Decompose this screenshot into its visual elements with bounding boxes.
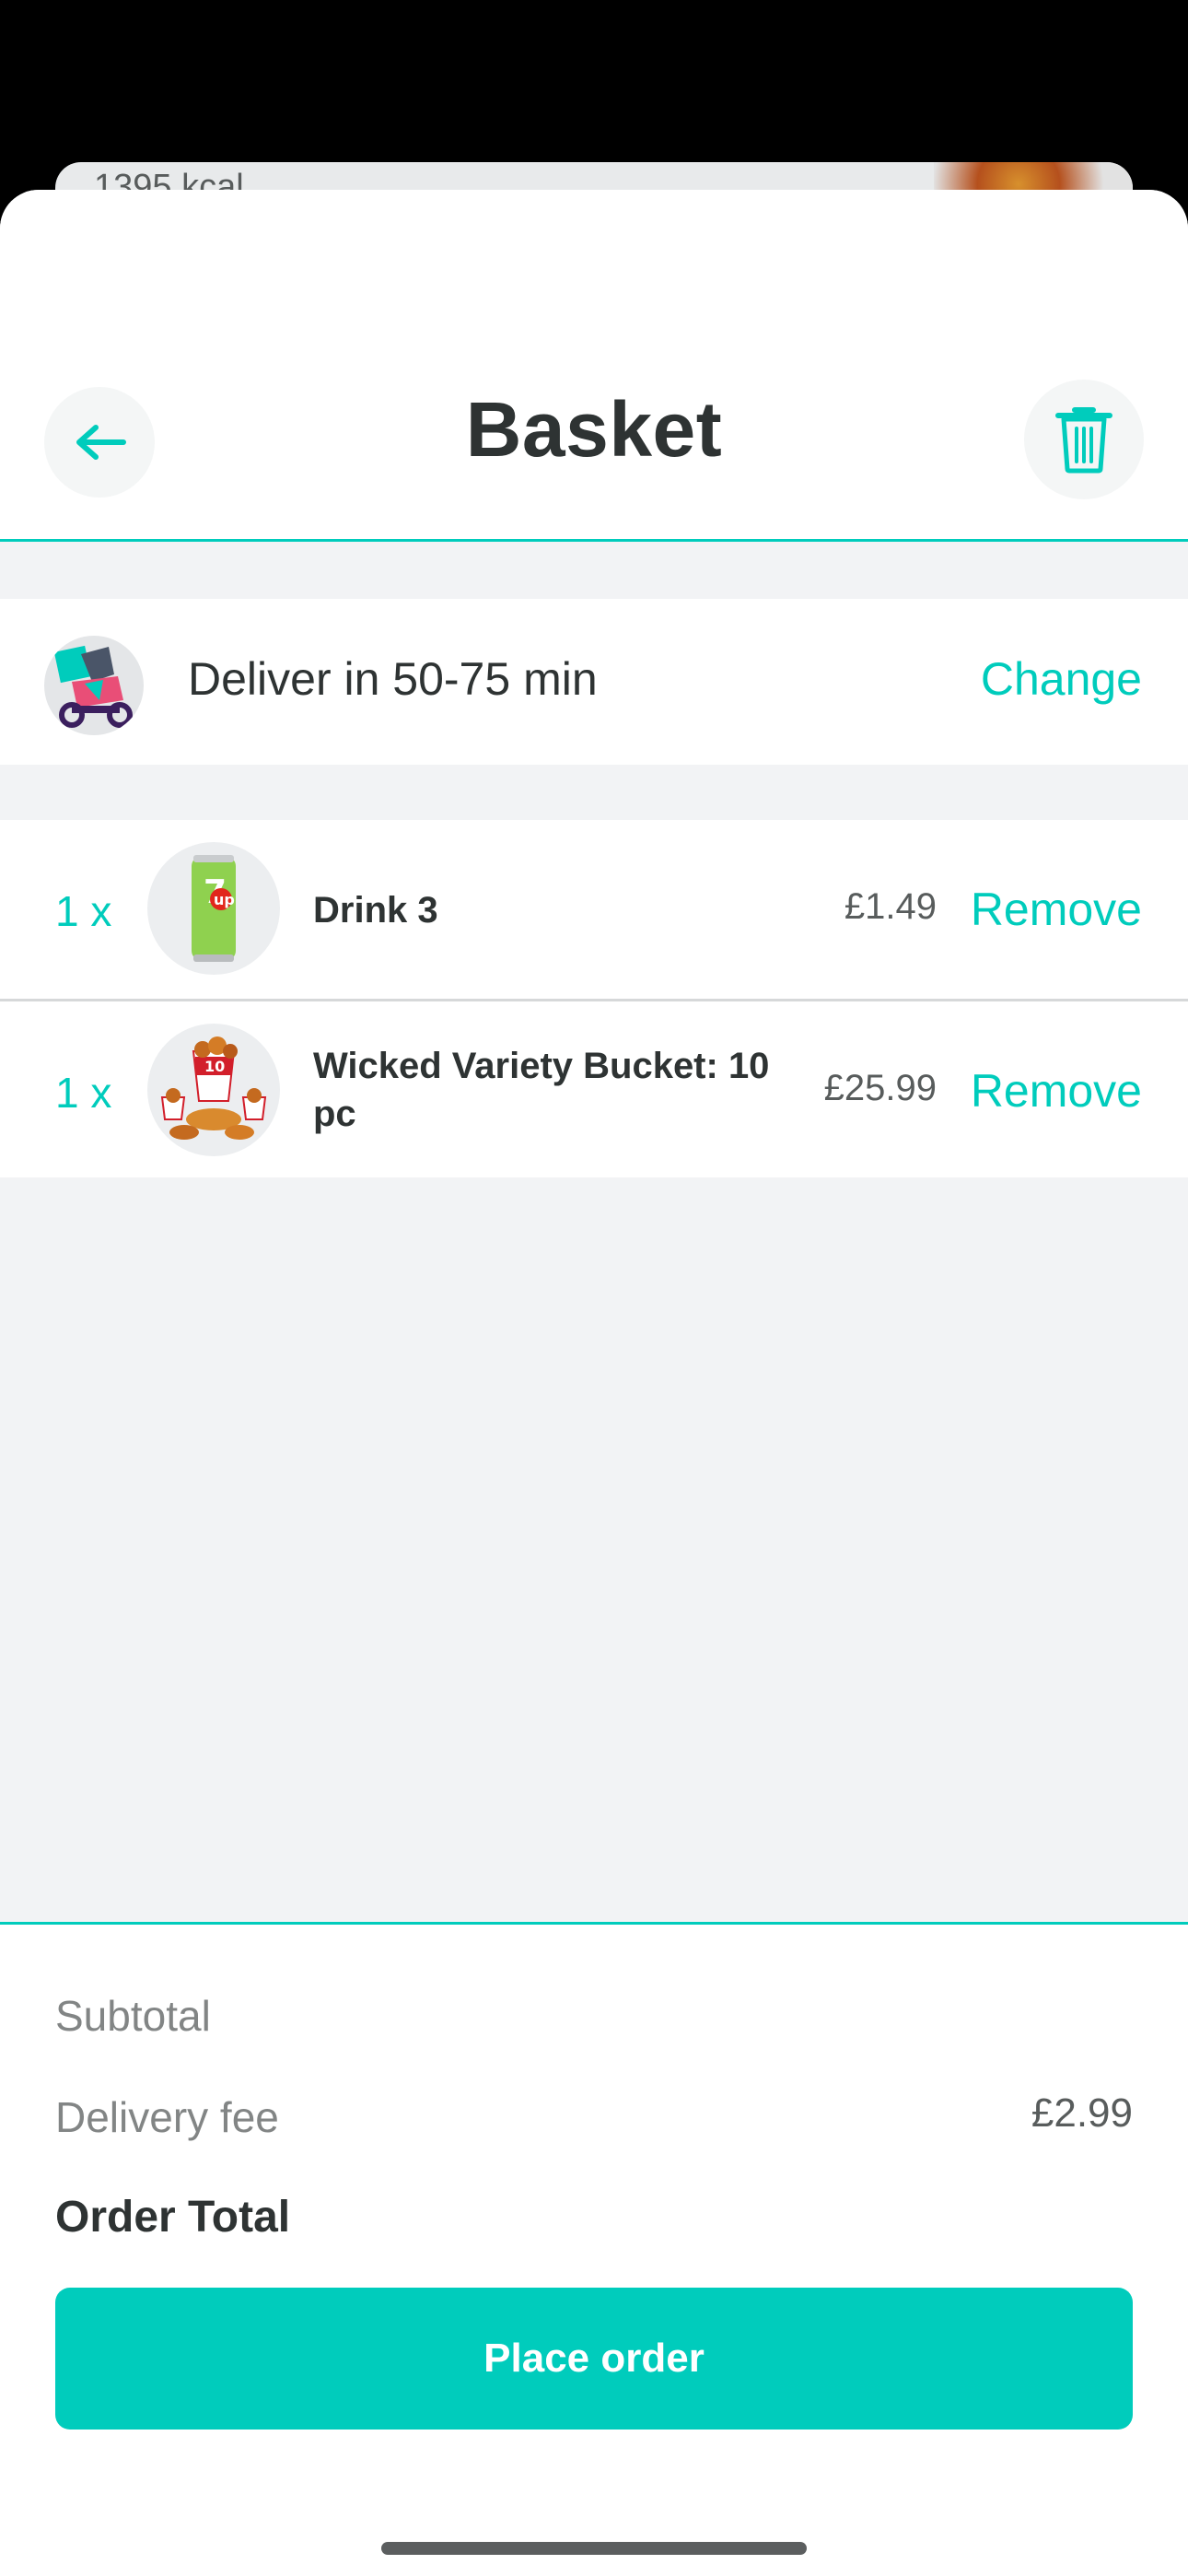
remove-item-button[interactable]: Remove	[971, 1064, 1142, 1118]
change-delivery-button[interactable]: Change	[981, 652, 1142, 706]
order-summary: Subtotal Delivery fee £2.99 Order Total …	[0, 1922, 1188, 2576]
delivery-time-text: Deliver in 50-75 min	[188, 653, 598, 705]
trash-icon	[1055, 407, 1112, 474]
remove-item-button[interactable]: Remove	[971, 883, 1142, 936]
svg-text:up: up	[214, 891, 235, 908]
delivery-time-row: Deliver in 50-75 min Change	[0, 599, 1188, 765]
basket-header: Basket	[0, 190, 1188, 542]
basket-item: 1 x 7 up Drink 3 £1.49 Remove	[0, 820, 1188, 999]
basket-item: 1 x 10 Wicked Variety Bucket: 10 pc £25.…	[0, 999, 1188, 1177]
basket-items-list: 1 x 7 up Drink 3 £1.49 Remove 1 x	[0, 820, 1188, 1177]
item-name: Wicked Variety Bucket: 10 pc	[313, 1046, 770, 1134]
item-price: £1.49	[844, 886, 937, 927]
place-order-button[interactable]: Place order	[55, 2288, 1133, 2430]
basket-sheet: Basket Deliver in 50-75 min Change 1 x u…	[0, 190, 1188, 2576]
delivery-fee-label: Delivery fee	[55, 2093, 279, 2141]
chicken-bucket-icon: 10	[147, 1024, 280, 1156]
delivery-rider-icon	[44, 636, 144, 735]
drink-can-icon: 7 up	[147, 842, 280, 975]
item-quantity[interactable]: 1 x	[55, 886, 111, 936]
item-name: Drink 3	[313, 890, 438, 931]
delivery-fee-value: £2.99	[1031, 2090, 1133, 2136]
order-total-label: Order Total	[55, 2193, 291, 2242]
item-price: £25.99	[823, 1068, 937, 1108]
svg-text:10: 10	[204, 1058, 225, 1075]
home-indicator[interactable]	[381, 2542, 807, 2555]
page-title: Basket	[465, 386, 723, 473]
item-quantity[interactable]: 1 x	[55, 1068, 111, 1118]
subtotal-label: Subtotal	[55, 1992, 211, 2040]
clear-basket-button[interactable]	[1024, 380, 1144, 499]
